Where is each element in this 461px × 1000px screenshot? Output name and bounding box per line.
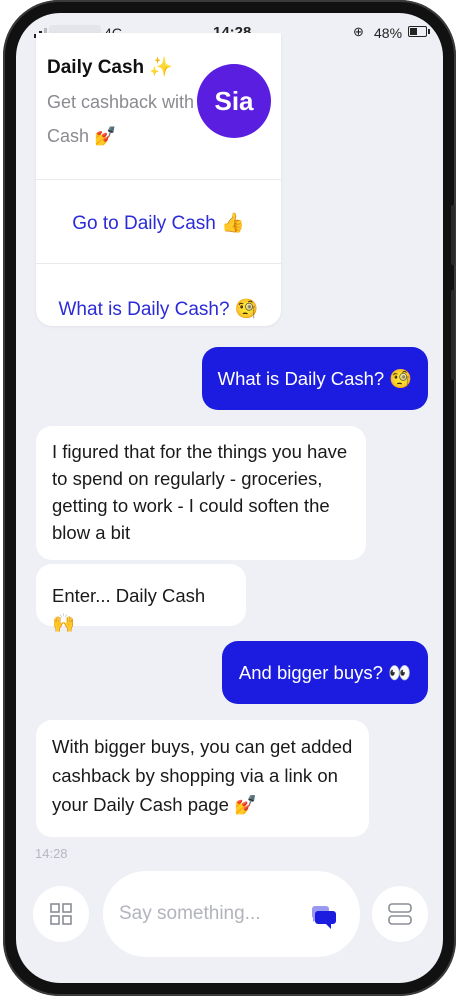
message-timestamp: 14:28 bbox=[35, 846, 68, 861]
chat-send-icon bbox=[312, 906, 336, 929]
power-button bbox=[451, 290, 455, 380]
alarm-icon: ⊕ bbox=[353, 24, 364, 39]
divider bbox=[36, 179, 281, 180]
what-is-daily-cash-link[interactable]: What is Daily Cash? 🧐 bbox=[36, 297, 281, 321]
user-message: What is Daily Cash? 🧐 bbox=[202, 347, 428, 410]
user-message: And bigger buys? 👀 bbox=[222, 641, 428, 704]
battery-icon bbox=[408, 26, 430, 37]
cards-icon bbox=[388, 903, 412, 925]
message-composer bbox=[103, 871, 360, 957]
sia-avatar[interactable]: Sia bbox=[197, 64, 271, 138]
screen: 4G 14:28 ⊕ 48% Daily Cash ✨ Get cashback… bbox=[16, 13, 443, 983]
menu-grid-button[interactable] bbox=[33, 886, 89, 942]
bot-message: I figured that for the things you have t… bbox=[36, 426, 366, 560]
message-input[interactable] bbox=[117, 899, 301, 929]
cards-button[interactable] bbox=[372, 886, 428, 942]
divider bbox=[36, 263, 281, 264]
card-title: Daily Cash ✨ bbox=[47, 57, 174, 78]
volume-button bbox=[451, 205, 455, 265]
grid-icon bbox=[50, 903, 72, 925]
go-to-daily-cash-link[interactable]: Go to Daily Cash 👍 bbox=[36, 211, 281, 235]
bot-message: Enter... Daily Cash 🙌 bbox=[36, 564, 246, 633]
send-button[interactable] bbox=[309, 901, 339, 931]
phone-frame: 4G 14:28 ⊕ 48% Daily Cash ✨ Get cashback… bbox=[3, 0, 456, 996]
battery-percent: 48% bbox=[374, 25, 403, 41]
bot-message: With bigger buys, you can get added cash… bbox=[36, 720, 369, 837]
